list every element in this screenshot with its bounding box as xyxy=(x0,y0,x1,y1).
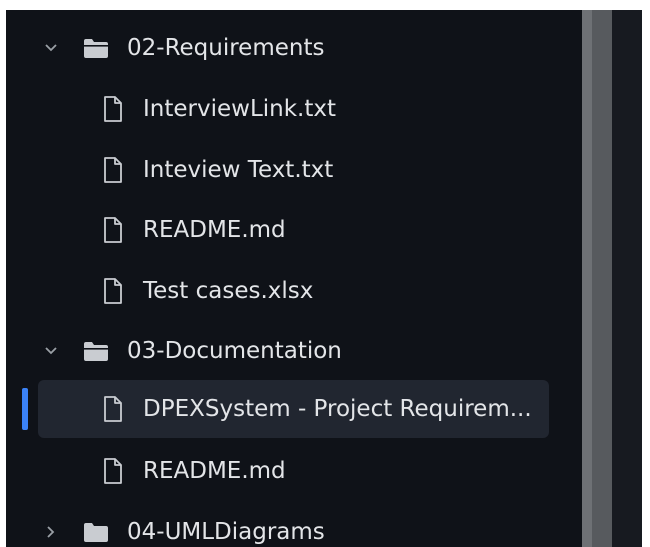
file-icon xyxy=(104,278,122,304)
file-explorer-panel: 02-Requirements InterviewLink.txt Intevi… xyxy=(6,10,582,547)
window-edge xyxy=(642,10,650,547)
scrollbar-thumb[interactable] xyxy=(582,10,592,547)
file-label: README.md xyxy=(143,217,286,243)
file-row-test-cases[interactable]: Test cases.xlsx xyxy=(6,262,582,320)
file-icon xyxy=(104,157,122,183)
file-row-interviewlink[interactable]: InterviewLink.txt xyxy=(6,80,582,138)
file-row-dpexsystem-selected[interactable]: DPEXSystem - Project Requirem... xyxy=(6,380,582,438)
folder-closed-icon xyxy=(84,523,108,542)
editor-pane-edge xyxy=(612,10,642,547)
file-label: Test cases.xlsx xyxy=(143,278,314,304)
file-icon xyxy=(104,458,122,484)
file-icon xyxy=(104,96,122,122)
file-label: DPEXSystem - Project Requirem... xyxy=(143,396,532,422)
vertical-scrollbar[interactable] xyxy=(582,10,612,547)
file-label: InterviewLink.txt xyxy=(143,96,337,122)
selection-accent-bar xyxy=(22,388,28,430)
folder-row-03-documentation[interactable]: 03-Documentation xyxy=(6,322,582,380)
folder-label: 02-Requirements xyxy=(127,35,325,61)
screenshot-frame: 02-Requirements InterviewLink.txt Intevi… xyxy=(0,0,650,547)
folder-label: 04-UMLDiagrams xyxy=(127,519,325,545)
file-icon xyxy=(104,217,122,243)
chevron-down-icon[interactable] xyxy=(42,39,60,57)
file-row-readme-requirements[interactable]: README.md xyxy=(6,201,582,259)
file-row-readme-documentation[interactable]: README.md xyxy=(6,442,582,500)
folder-row-04-umldiagrams[interactable]: 04-UMLDiagrams xyxy=(6,503,582,547)
chevron-down-icon[interactable] xyxy=(42,342,60,360)
folder-label: 03-Documentation xyxy=(127,338,342,364)
chevron-right-icon[interactable] xyxy=(42,523,60,541)
file-label: Inteview Text.txt xyxy=(143,157,334,183)
folder-open-icon xyxy=(84,39,108,58)
folder-row-02-requirements[interactable]: 02-Requirements xyxy=(6,19,582,77)
file-icon xyxy=(104,396,122,422)
folder-open-icon xyxy=(84,342,108,361)
file-label: README.md xyxy=(143,458,286,484)
file-row-inteview-text[interactable]: Inteview Text.txt xyxy=(6,141,582,199)
